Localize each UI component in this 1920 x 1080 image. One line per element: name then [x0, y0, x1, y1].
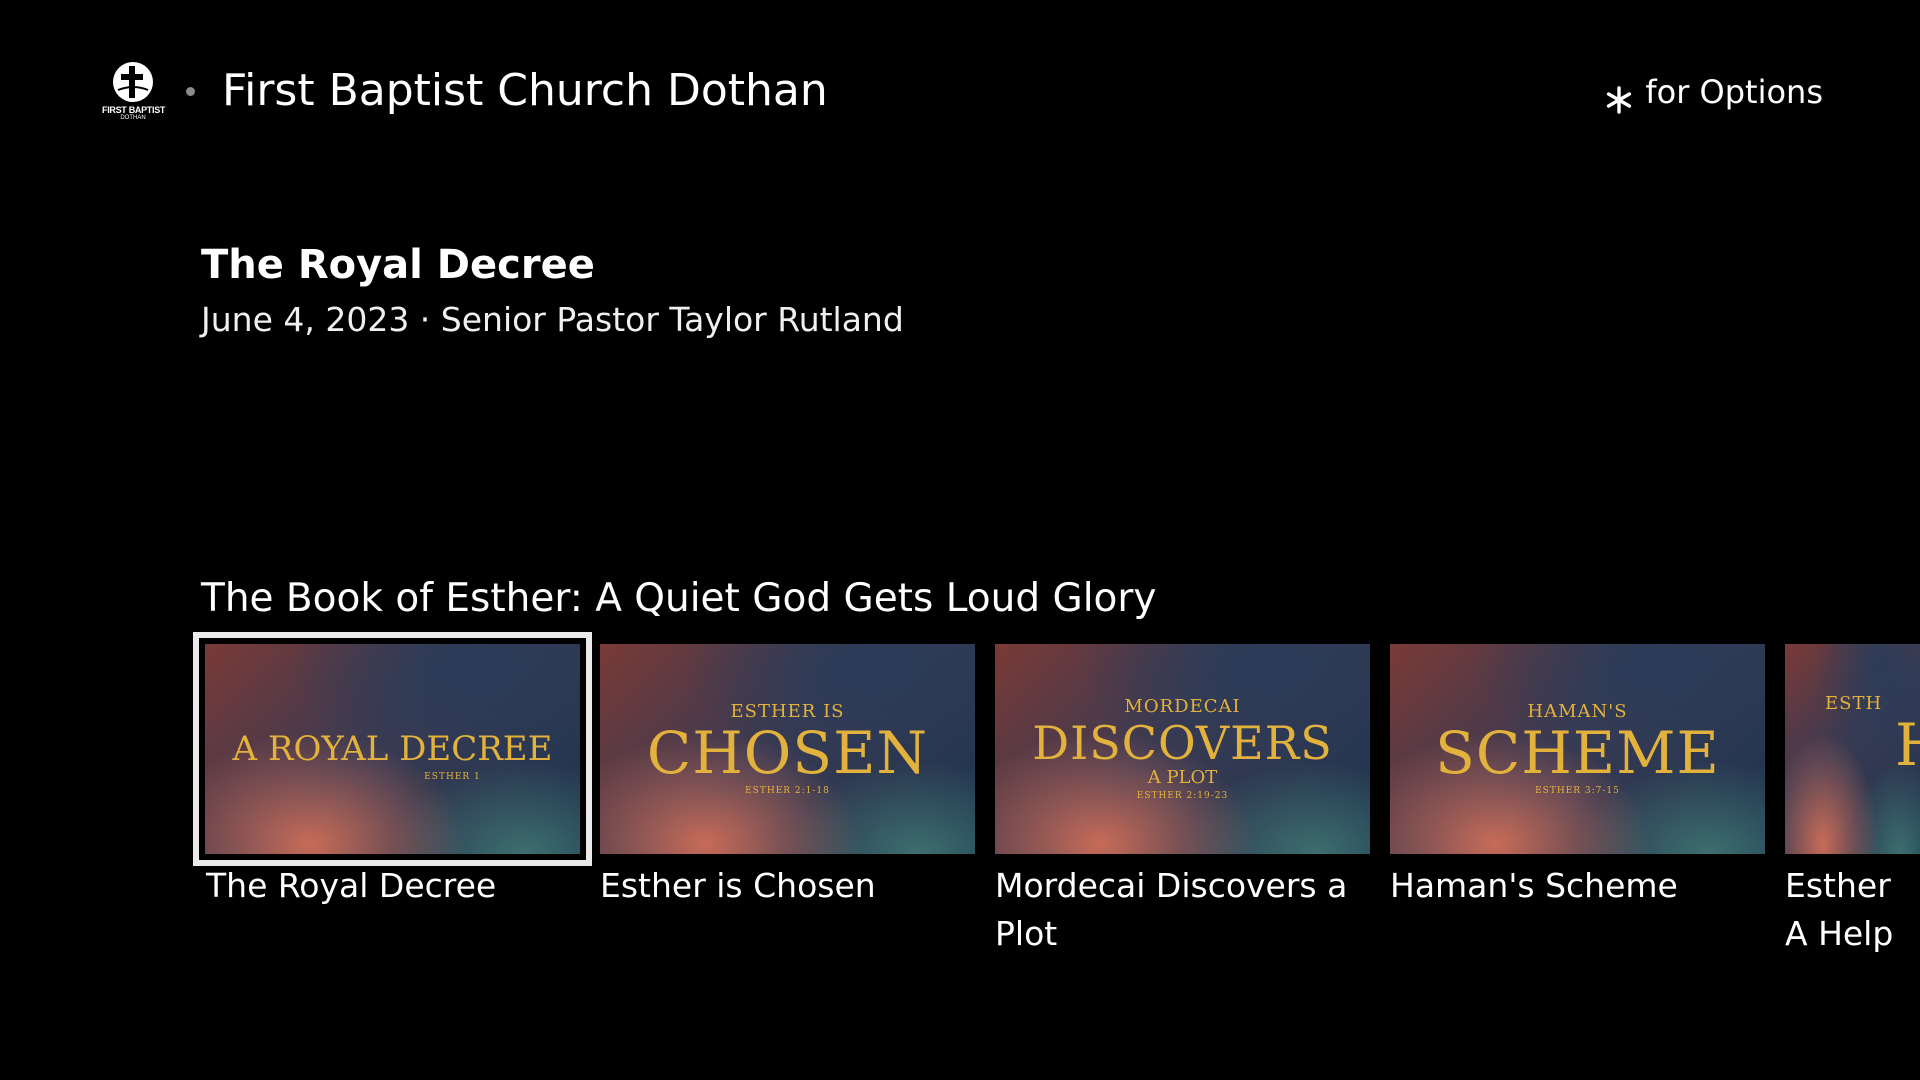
thumbnail-reference: ESTHER 3:7-15 — [1535, 786, 1620, 796]
thumbnail-main-text: CHOSEN — [646, 719, 929, 787]
episode-tile-label: Mordecai Discovers a Plot — [995, 866, 1348, 953]
thumbnail-main-text: H — [1895, 715, 1920, 775]
thumbnail-main-text: SCHEME — [1435, 719, 1720, 787]
thumbnail-top-text: MORDECAI — [1124, 696, 1241, 717]
episode-tile-label: The Royal Decree — [206, 866, 497, 905]
thumbnail-top-text: ESTH — [1825, 693, 1883, 714]
episode-row: A ROYAL DECREE ESTHER 1 The Royal Decree… — [0, 0, 1920, 1080]
episode-tile-label: Esther A Help — [1785, 866, 1894, 953]
thumbnail-main-text: A ROYAL DECREE — [232, 729, 553, 769]
episode-thumbnail: ESTHER IS CHOSEN ESTHER 2:1-18 — [600, 644, 975, 854]
thumbnail-sub-text: A PLOT — [1147, 767, 1218, 788]
episode-thumbnail: A ROYAL DECREE ESTHER 1 — [205, 644, 580, 854]
episode-tile[interactable]: ESTH H — [1785, 644, 1920, 854]
thumbnail-reference: ESTHER 2:1-18 — [745, 786, 830, 796]
episode-tile[interactable]: MORDECAI DISCOVERS A PLOT ESTHER 2:19-23 — [995, 644, 1370, 854]
thumbnail-reference: ESTHER 2:19-23 — [1136, 791, 1229, 801]
episode-thumbnail: HAMAN'S SCHEME ESTHER 3:7-15 — [1390, 644, 1765, 854]
episode-thumbnail: ESTH H — [1785, 644, 1920, 854]
episode-tile-label: Haman's Scheme — [1390, 866, 1678, 905]
episode-thumbnail: MORDECAI DISCOVERS A PLOT ESTHER 2:19-23 — [995, 644, 1370, 854]
episode-tile[interactable]: A ROYAL DECREE ESTHER 1 — [193, 632, 592, 866]
thumbnail-main-text: DISCOVERS — [1032, 716, 1333, 770]
episode-tile-label: Esther is Chosen — [600, 866, 876, 905]
episode-tile[interactable]: ESTHER IS CHOSEN ESTHER 2:1-18 — [600, 644, 975, 854]
thumbnail-reference: ESTHER 1 — [424, 772, 481, 782]
episode-tile[interactable]: HAMAN'S SCHEME ESTHER 3:7-15 — [1390, 644, 1765, 854]
